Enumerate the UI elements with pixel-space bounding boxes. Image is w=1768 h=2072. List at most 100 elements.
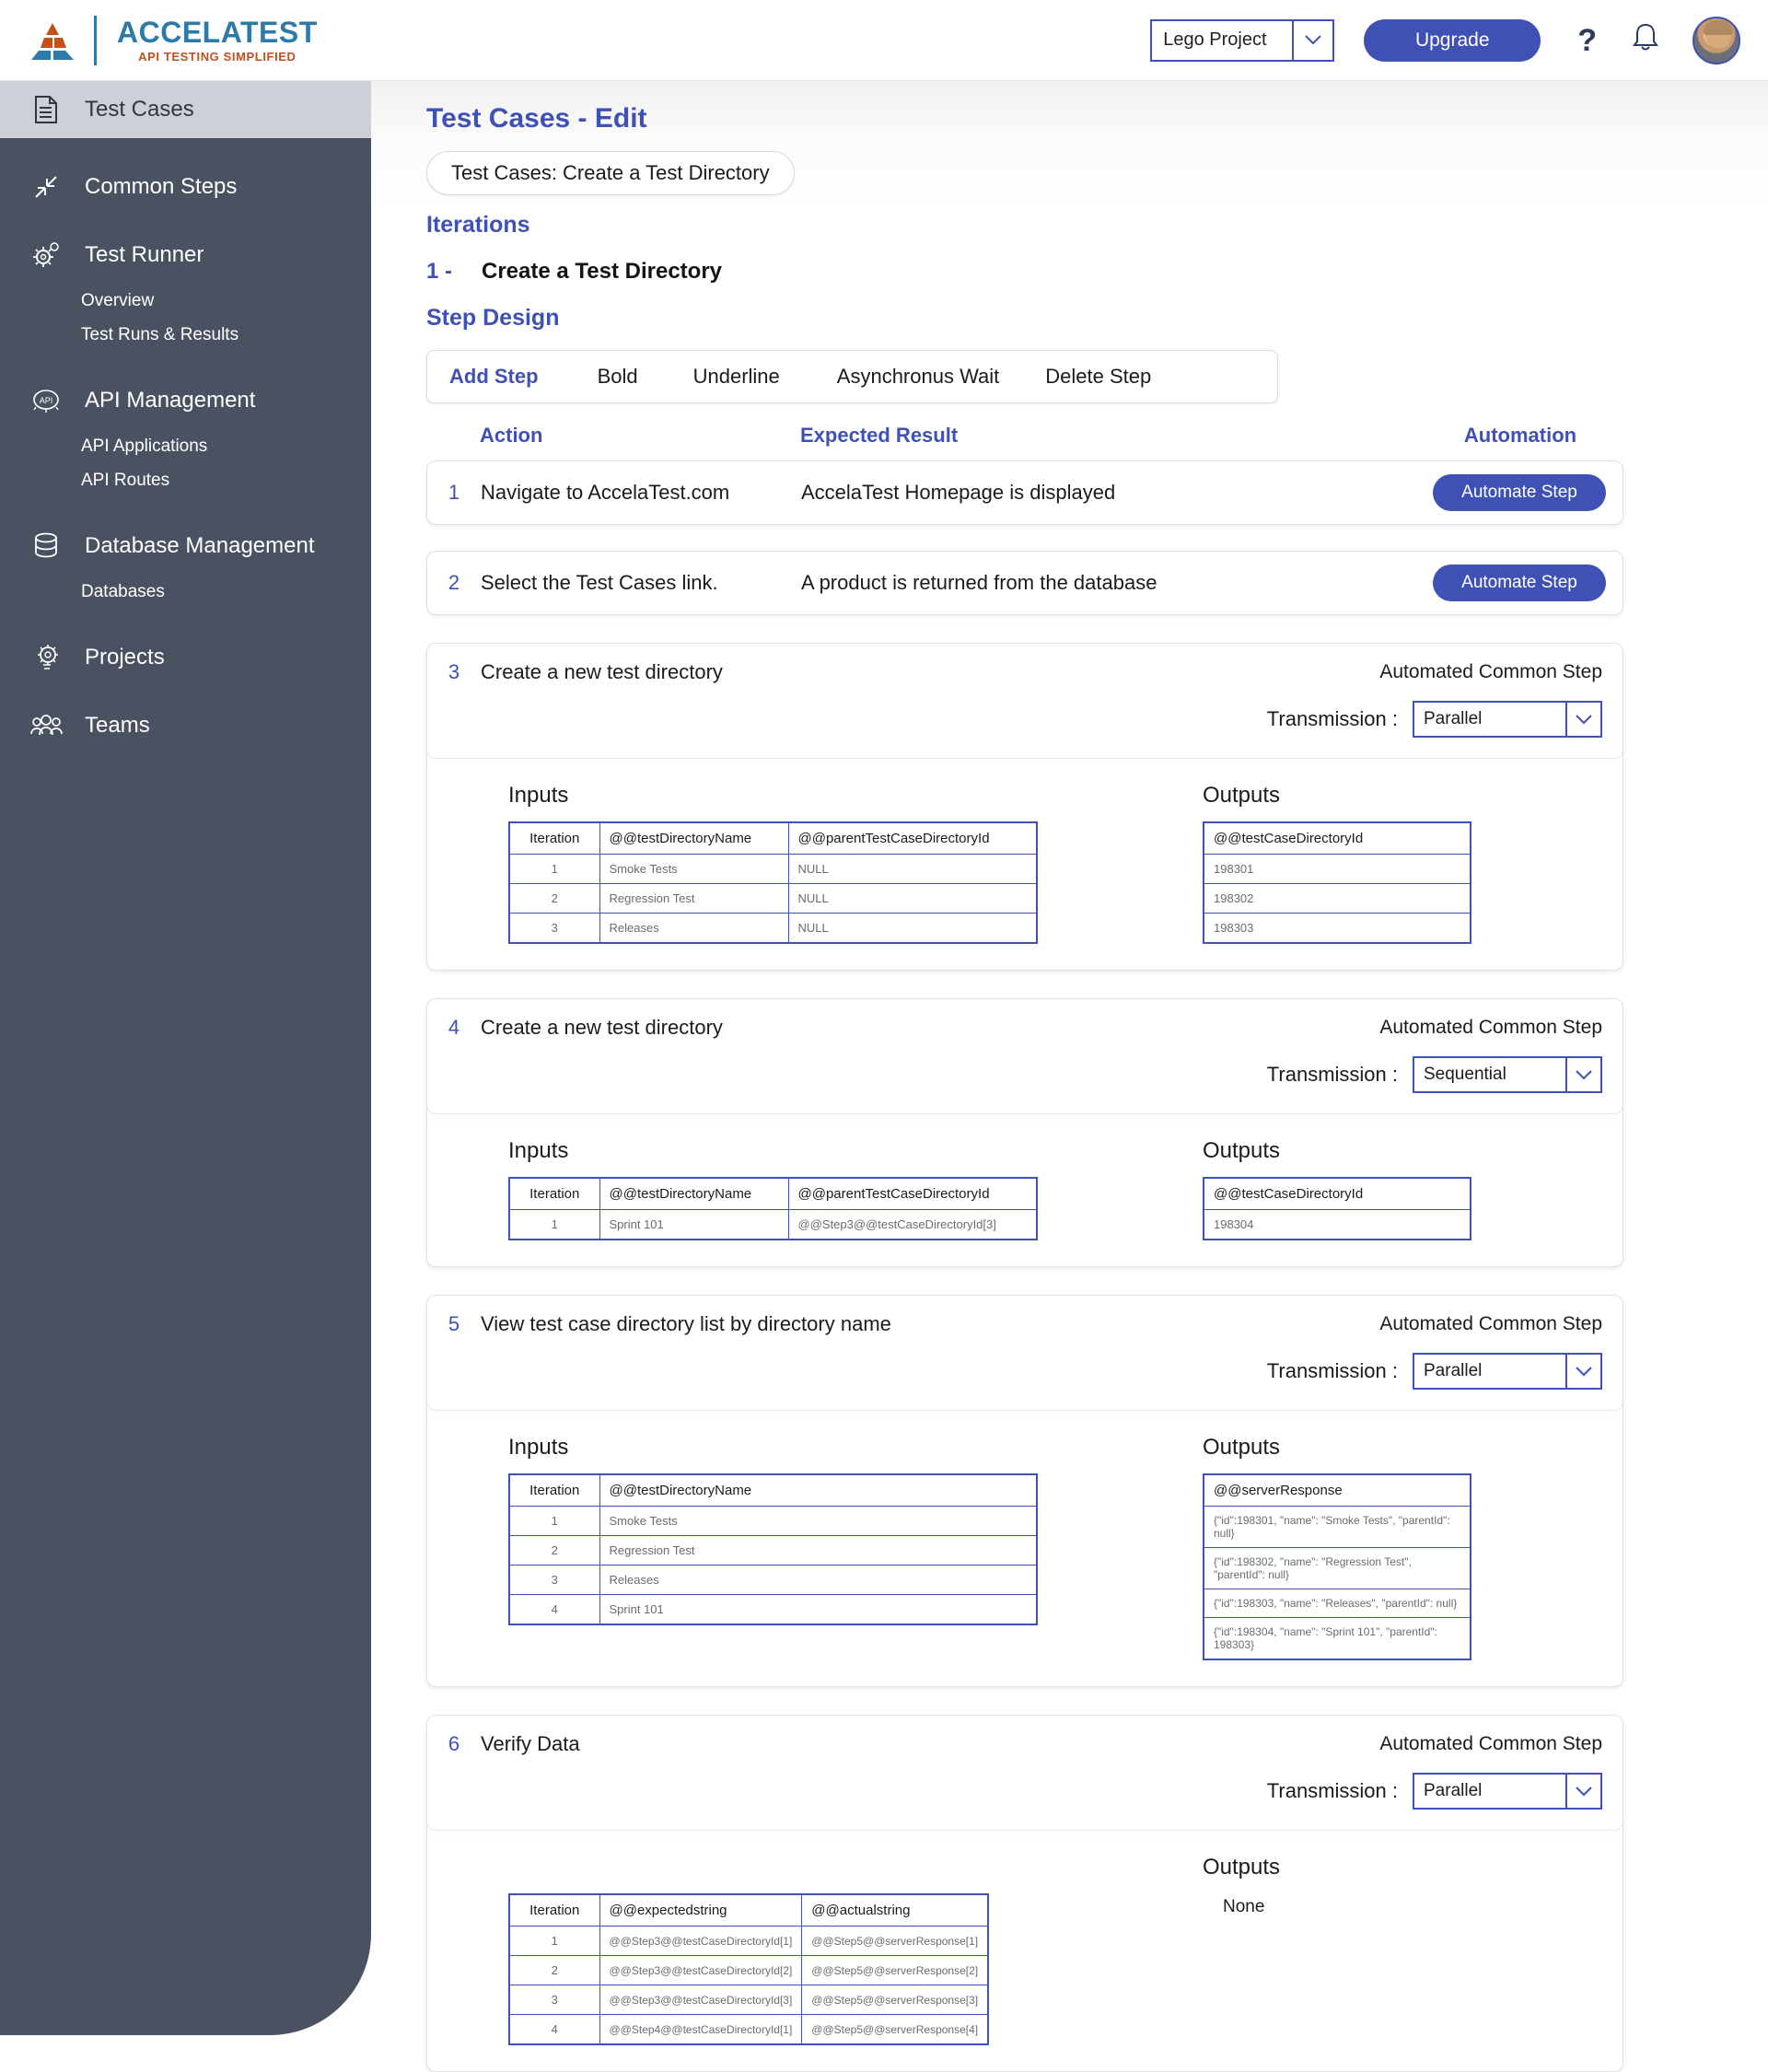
sidebar: Test Cases Common Steps Test Runner Over… — [0, 81, 371, 2035]
table-cell: 4 — [508, 2014, 600, 2045]
table-header-row: @@testCaseDirectoryId — [1203, 821, 1471, 855]
table-cell: Sprint 101 — [599, 1209, 789, 1240]
automate-step-button[interactable]: Automate Step — [1433, 474, 1606, 511]
table-header-cell: @@testCaseDirectoryId — [1203, 821, 1471, 855]
step-design-heading: Step Design — [426, 305, 560, 331]
step-number: 4 — [448, 1016, 460, 1039]
table-cell: Regression Test — [599, 883, 789, 914]
table-cell: @@Step4@@testCaseDirectoryId[1] — [599, 2014, 803, 2045]
sidebar-item-projects[interactable]: Projects — [0, 629, 371, 686]
testcase-breadcrumb-pill[interactable]: Test Cases: Create a Test Directory — [426, 151, 795, 195]
table-cell: 198303 — [1203, 913, 1471, 944]
table-row: 1 Smoke Tests NULL — [508, 854, 1038, 884]
sidebar-subitem-api-applications[interactable]: API Applications — [0, 429, 371, 463]
database-icon — [28, 531, 64, 561]
transmission-label: Transmission : — [1266, 707, 1398, 730]
common-step-badge: Automated Common Step — [1379, 661, 1602, 682]
iterations-heading: Iterations — [426, 212, 530, 238]
document-icon — [28, 95, 64, 124]
inputs-table: Iteration @@testDirectoryName @@parentTe… — [508, 821, 1038, 944]
async-wait-button[interactable]: Asynchronus Wait — [837, 365, 999, 389]
table-row: 1 Smoke Tests — [508, 1506, 1038, 1536]
transmission-select[interactable]: Parallel — [1413, 1353, 1602, 1390]
transmission-select[interactable]: Parallel — [1413, 701, 1602, 738]
table-row: 1 @@Step3@@testCaseDirectoryId[1] @@Step… — [508, 1926, 989, 1956]
table-row: 1 Sprint 101 @@Step3@@testCaseDirectoryI… — [508, 1209, 1038, 1240]
table-cell: Smoke Tests — [599, 854, 789, 884]
table-cell: @@Step3@@testCaseDirectoryId[3] — [787, 1209, 1038, 1240]
table-header-cell: @@testCaseDirectoryId — [1203, 1177, 1471, 1210]
sidebar-item-test-runner[interactable]: Test Runner — [0, 227, 371, 284]
step-action: Create a new test directory — [481, 1016, 723, 1039]
step-action: Navigate to AccelaTest.com — [481, 481, 730, 504]
sidebar-subitem-api-routes[interactable]: API Routes — [0, 463, 371, 497]
top-bar: ACCELATEST API TESTING SIMPLIFIED Lego P… — [0, 0, 1768, 81]
table-row: {"id":198301, "name": "Smoke Tests", "pa… — [1203, 1506, 1471, 1548]
sidebar-item-teams[interactable]: Teams — [0, 697, 371, 754]
table-header-cell: Iteration — [508, 1177, 600, 1210]
step-expected-result: A product is returned from the database — [801, 571, 1157, 594]
step-action: View test case directory list by directo… — [481, 1312, 891, 1335]
sidebar-subitem-test-runs-results[interactable]: Test Runs & Results — [0, 318, 371, 352]
user-avatar[interactable] — [1692, 16, 1740, 64]
delete-step-button[interactable]: Delete Step — [1045, 365, 1151, 389]
step-action: Create a new test directory — [481, 660, 723, 683]
sidebar-item-database-management[interactable]: Database Management — [0, 518, 371, 575]
table-cell: 2 — [508, 1955, 600, 1985]
table-cell: @@Step3@@testCaseDirectoryId[3] — [599, 1985, 803, 2015]
upgrade-button[interactable]: Upgrade — [1364, 18, 1541, 62]
sidebar-item-label: Test Cases — [85, 97, 194, 122]
sidebar-subitem-databases[interactable]: Databases — [0, 575, 371, 609]
project-selector[interactable]: Lego Project — [1150, 18, 1335, 62]
table-row: {"id":198302, "name": "Regression Test",… — [1203, 1547, 1471, 1589]
chevron-down-icon — [1565, 1355, 1600, 1388]
table-header-cell: Iteration — [508, 1473, 600, 1507]
add-step-button[interactable]: Add Step — [449, 365, 539, 389]
transmission-select[interactable]: Parallel — [1413, 1773, 1602, 1810]
common-step-badge: Automated Common Step — [1379, 1017, 1602, 1038]
people-icon — [28, 714, 64, 738]
transmission-value: Parallel — [1424, 1361, 1483, 1380]
notification-bell-icon[interactable] — [1632, 22, 1659, 58]
sidebar-item-label: Projects — [85, 645, 165, 669]
iteration-number: 1 - — [426, 259, 453, 284]
help-icon[interactable]: ? — [1577, 25, 1597, 56]
outputs-none-value: None — [1223, 1897, 1265, 1916]
chevron-down-icon — [1292, 20, 1332, 60]
logo-subtitle: API TESTING SIMPLIFIED — [138, 49, 297, 64]
sidebar-item-test-cases[interactable]: Test Cases — [0, 81, 371, 138]
table-cell: Releases — [599, 913, 789, 944]
sidebar-subitem-overview[interactable]: Overview — [0, 284, 371, 318]
logo-divider — [94, 15, 97, 65]
table-header-cell: @@parentTestCaseDirectoryId — [787, 1177, 1038, 1210]
transmission-select[interactable]: Sequential — [1413, 1056, 1602, 1093]
table-header-cell: @@testDirectoryName — [599, 1473, 1038, 1507]
table-row: 4 @@Step4@@testCaseDirectoryId[1] @@Step… — [508, 2014, 989, 2045]
transmission-label: Transmission : — [1266, 1359, 1398, 1382]
table-header-row: Iteration @@testDirectoryName — [508, 1473, 1038, 1507]
transmission-value: Parallel — [1424, 709, 1483, 728]
table-row: 198303 — [1203, 913, 1471, 944]
main-content: Test Cases - Edit Test Cases: Create a T… — [371, 81, 1768, 2072]
app-logo[interactable]: ACCELATEST API TESTING SIMPLIFIED — [24, 15, 318, 65]
table-cell: Sprint 101 — [599, 1594, 1038, 1625]
table-row: {"id":198303, "name": "Releases", "paren… — [1203, 1589, 1471, 1618]
sidebar-item-common-steps[interactable]: Common Steps — [0, 158, 371, 215]
bold-button[interactable]: Bold — [598, 365, 638, 389]
underline-button[interactable]: Underline — [693, 365, 780, 389]
table-header-cell: @@actualstring — [801, 1893, 989, 1926]
table-cell: Smoke Tests — [599, 1506, 1038, 1536]
sidebar-item-label: Database Management — [85, 533, 315, 558]
outputs-label: Outputs — [1203, 783, 1281, 808]
inputs-label: Inputs — [508, 783, 569, 808]
step-row-5: 5 View test case directory list by direc… — [426, 1295, 1623, 1687]
sidebar-item-label: API Management — [85, 388, 256, 413]
step-row-1: 1 Navigate to AccelaTest.com AccelaTest … — [426, 460, 1623, 525]
table-cell: @@Step5@@serverResponse[4] — [801, 2014, 989, 2045]
sidebar-item-api-management[interactable]: API API Management — [0, 372, 371, 429]
automate-step-button[interactable]: Automate Step — [1433, 565, 1606, 601]
table-row: 3 Releases NULL — [508, 913, 1038, 944]
table-cell: 4 — [508, 1594, 600, 1625]
inputs-label: Inputs — [508, 1435, 569, 1460]
table-cell: 1 — [508, 1926, 600, 1956]
